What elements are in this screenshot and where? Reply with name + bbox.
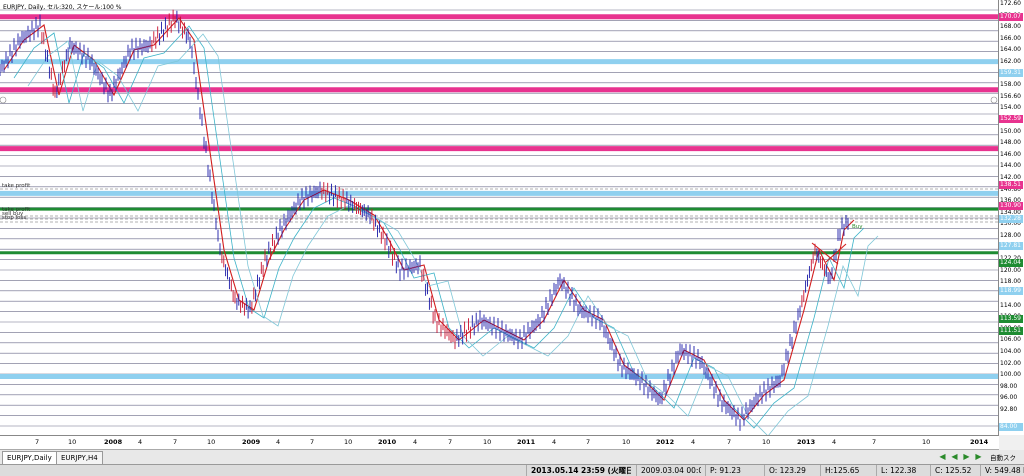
time-axis: 7 10 2008 4 7 10 2009 4 7 10 2010 4 7 10 2011 4 7 10 2012 4… — [0, 436, 999, 450]
time-tick: 10 — [483, 438, 492, 446]
time-tick: 2014 — [970, 438, 989, 446]
time-tick: 4 — [276, 438, 281, 446]
price-tick: 162.00 — [1000, 58, 1021, 65]
price-chart[interactable]: take profittake profitsell buystop lossB… — [0, 0, 998, 435]
status-date2: 2009.03.04 00:00 — [636, 465, 701, 476]
moving-averages — [3, 17, 879, 435]
time-tick: 2009 — [242, 438, 261, 446]
price-tick: 154.00 — [1000, 104, 1021, 112]
auto-scroll-button[interactable]: 自動スク — [990, 452, 1016, 462]
level-price-tag: 159.31 — [999, 69, 1023, 77]
time-tick: 10 — [207, 438, 216, 446]
level-price-tag: 138.51 — [999, 181, 1023, 189]
status-bar: 2013.05.14 23:59 (火曜日) 2009.03.04 00:00 … — [0, 465, 1024, 476]
time-tick: 10 — [622, 438, 631, 446]
price-tick: 114.00 — [1000, 301, 1021, 309]
time-tick: 7 — [35, 438, 40, 446]
time-tick: 2010 — [378, 438, 397, 446]
status-p: P: 91.23 — [705, 465, 765, 476]
time-tick: 7 — [586, 438, 591, 446]
tab-eurjpy-h4[interactable]: EURJPY,H4 — [56, 451, 103, 464]
price-tick: 104.00 — [1000, 348, 1021, 355]
level-lines — [0, 14, 998, 379]
level-price-tag: 84.00 — [999, 423, 1023, 431]
price-tick: 144.00 — [1000, 162, 1021, 170]
mid-ma-line — [13, 25, 865, 429]
time-tick: 2011 — [517, 438, 536, 446]
time-tick: 4 — [552, 438, 557, 446]
level-price-tag: 170.07 — [999, 13, 1023, 21]
price-tick: 92.80 — [1000, 406, 1018, 413]
time-tick: 7 — [310, 438, 315, 446]
price-tag: 132.28 — [999, 215, 1023, 223]
buy-annotation: Buy — [852, 224, 863, 230]
price-tick: 128.00 — [1000, 232, 1021, 239]
price-tick: 150.00 — [1000, 127, 1021, 135]
status-close: C: 125.52 — [930, 465, 985, 476]
price-candles — [0, 9, 849, 431]
time-tick: 7 — [872, 438, 877, 446]
time-tick: 4 — [832, 438, 837, 446]
time-tick: 10 — [922, 438, 931, 446]
price-tick: 102.00 — [1000, 359, 1021, 367]
price-tag: 118.99 — [999, 287, 1023, 295]
price-tick: 98.00 — [1000, 382, 1018, 390]
price-tick: 100.00 — [1000, 371, 1021, 379]
price-tick: 118.00 — [1000, 278, 1021, 286]
time-tick: 2012 — [656, 438, 675, 446]
chart-area[interactable]: take profit take profit sell buy stop loss B… — [0, 0, 999, 436]
status-low: L: 122.38 — [876, 465, 933, 476]
time-tick: 10 — [762, 438, 771, 446]
price-tick: 106.00 — [1000, 336, 1021, 344]
tab-label: EURJPY,Daily — [7, 454, 52, 462]
status-datetime: 2013.05.14 23:59 (火曜日) — [526, 465, 631, 476]
price-tick: 166.00 — [1000, 34, 1021, 42]
level-price-tag: 152.59 — [999, 115, 1023, 123]
price-tick: 142.00 — [1000, 174, 1021, 181]
price-tick: 158.00 — [1000, 81, 1021, 89]
status-volume: V: 549.48 B — [980, 465, 1024, 476]
time-tick: 2013 — [797, 438, 816, 446]
price-tick: 172.60 — [1000, 0, 1021, 7]
order-annotation: stop loss — [2, 215, 26, 221]
price-tick: 156.60 — [1000, 92, 1021, 100]
scroll-first-icon[interactable]: ◀ — [938, 451, 947, 462]
time-tick: 7 — [448, 438, 453, 446]
chart-title: EURJPY, Daily, セル:320, スケール:100 % — [3, 4, 122, 11]
level-price-tag: 124.04 — [999, 259, 1023, 267]
price-tick: 164.00 — [1000, 46, 1021, 54]
price-tick: 96.00 — [1000, 394, 1018, 402]
chart-shift-marker[interactable] — [0, 96, 7, 104]
price-tick: 168.00 — [1000, 23, 1021, 31]
time-tick: 7 — [727, 438, 732, 446]
tab-label: EURJPY,H4 — [61, 454, 98, 462]
time-tick: 10 — [68, 438, 77, 446]
level-price-tag: 127.81 — [999, 242, 1023, 250]
scroll-last-icon[interactable]: ▶ — [974, 451, 983, 462]
price-axis[interactable]: 172.60170.00168.00166.00164.00162.00160.… — [999, 0, 1024, 435]
price-tick: 120.00 — [1000, 266, 1021, 274]
price-tick: 146.00 — [1000, 150, 1021, 158]
order-annotation: take profit — [2, 183, 31, 189]
time-tick: 4 — [413, 438, 418, 446]
time-tick: 4 — [691, 438, 696, 446]
chart-shift-marker[interactable] — [990, 96, 998, 104]
status-open: O: 123.29 — [764, 465, 824, 476]
price-tag: 111.51 — [999, 327, 1023, 335]
time-tick: 10 — [344, 438, 353, 446]
scroll-prev-icon[interactable]: ◀ — [950, 451, 959, 462]
chart-tab-bar: EURJPY,Daily × EURJPY,H4 ◀ ◀ ▶ ▶ 自動スク — [0, 450, 1024, 465]
price-tag: 130.90 — [999, 202, 1023, 210]
price-tick: 148.00 — [1000, 139, 1021, 147]
time-tick: 4 — [138, 438, 143, 446]
status-high: H:125.65 — [820, 465, 880, 476]
level-price-tag: 113.59 — [999, 315, 1023, 323]
time-tick: 2008 — [104, 438, 123, 446]
time-tick: 7 — [173, 438, 178, 446]
scroll-next-icon[interactable]: ▶ — [962, 451, 971, 462]
